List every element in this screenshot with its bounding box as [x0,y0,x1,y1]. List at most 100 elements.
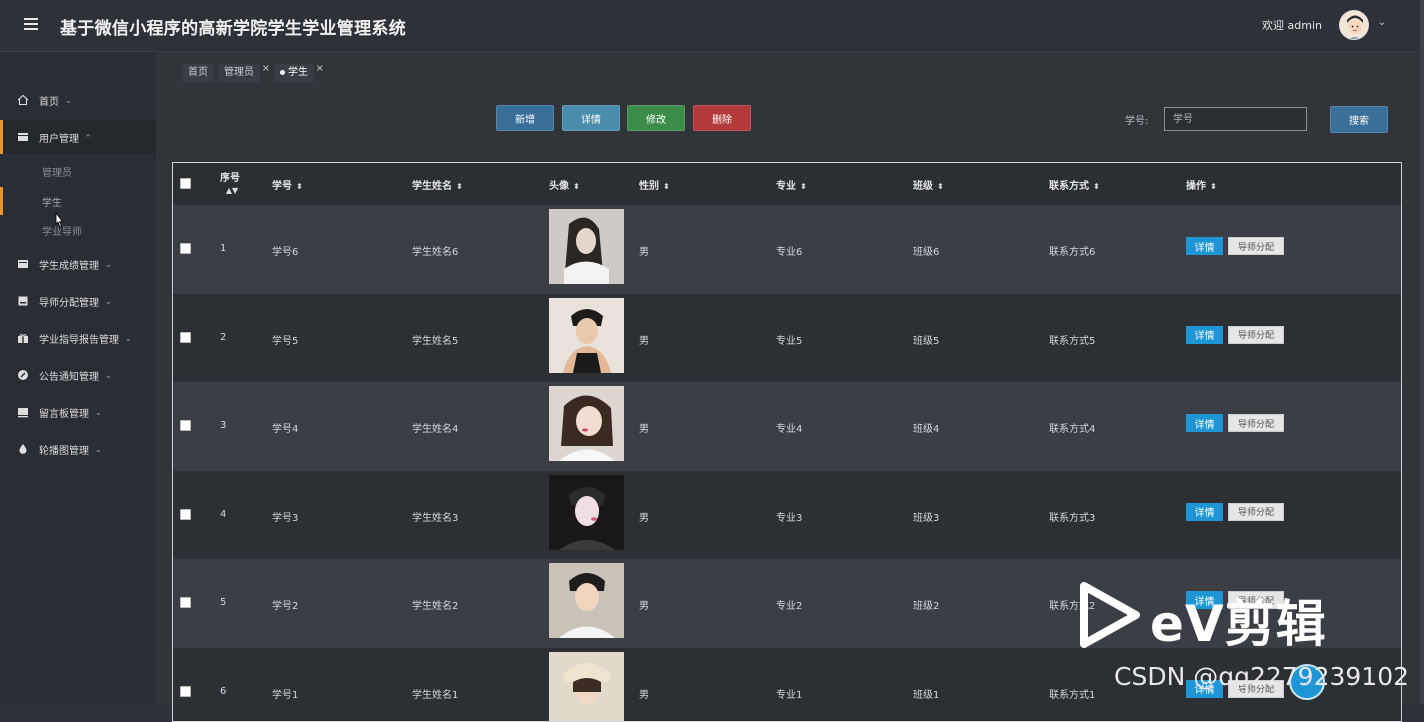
close-icon[interactable]: × [262,60,270,78]
user-avatar[interactable] [1339,10,1369,40]
sort-icon[interactable]: ⬍ [937,182,944,191]
tab-label: 首页 [188,67,208,78]
cell-class: 班级2 [913,597,939,612]
table-row[interactable]: 1 学号6 学生姓名6 男 专业6 班级6 联系方式6 详情 导师分配 [173,205,1401,294]
table-row[interactable]: 2 学号5 学生姓名5 男 专业5 班级5 联系方式5 详情 导师分配 [173,294,1401,383]
column-header-avatar[interactable]: 头像⬍ [549,177,580,192]
sort-icon[interactable]: ⬍ [296,182,303,191]
row-assign-tutor-button[interactable]: 导师分配 [1228,326,1284,344]
row-assign-tutor-button[interactable]: 导师分配 [1228,414,1284,432]
sort-icon[interactable]: ⬍ [663,182,670,191]
row-checkbox[interactable] [180,686,191,697]
cell-sid: 学号1 [272,686,298,701]
mouse-cursor-icon [53,212,65,234]
cell-sid: 学号4 [272,420,298,435]
cell-gender: 男 [639,597,649,612]
sidebar: 首页 ⌄ 用户管理 ^ 管理员 学生 学业导师 学生成绩管理 ⌄ 导师分配管理 … [0,52,156,704]
delete-button[interactable]: 删除 [693,105,751,131]
search-button[interactable]: 搜索 [1330,106,1388,133]
column-header-contact[interactable]: 联系方式⬍ [1049,177,1100,192]
cell-major: 专业5 [776,332,802,347]
sidebar-item-reports[interactable]: 学业指导报告管理 ⌄ [0,321,156,355]
row-checkbox[interactable] [180,597,191,608]
notice-icon [16,368,30,382]
table-row[interactable]: 3 学号4 学生姓名4 男 专业4 班级4 联系方式4 详情 导师分配 [173,382,1401,471]
cell-name: 学生姓名2 [412,597,458,612]
sidebar-item-label: 轮播图管理 [39,442,89,457]
detail-button[interactable]: 详情 [562,105,620,131]
sidebar-item-assignment[interactable]: 导师分配管理 ⌄ [0,284,156,318]
table-row[interactable]: 4 学号3 学生姓名3 男 专业3 班级3 联系方式3 详情 导师分配 [173,471,1401,560]
column-header-sid[interactable]: 学号⬍ [272,177,303,192]
sidebar-item-user-management[interactable]: 用户管理 ^ [0,120,156,154]
student-avatar-image[interactable] [549,386,624,461]
chevron-down-icon: ⌄ [105,260,112,269]
edit-button[interactable]: 修改 [627,105,685,131]
student-avatar-image[interactable] [549,563,624,638]
column-header-major[interactable]: 专业⬍ [776,177,807,192]
sort-icon[interactable]: ⬍ [1093,182,1100,191]
row-detail-button[interactable]: 详情 [1186,414,1223,432]
student-avatar-image[interactable] [549,209,624,284]
column-header-index[interactable]: 序号 ▲▼ [220,169,240,195]
row-checkbox[interactable] [180,332,191,343]
row-detail-button[interactable]: 详情 [1186,237,1223,255]
tab-student[interactable]: 学生× [274,64,314,82]
cell-sid: 学号6 [272,243,298,258]
row-detail-button[interactable]: 详情 [1186,503,1223,521]
cell-gender: 男 [639,686,649,701]
user-menu-chevron-icon[interactable]: ⌄ [1378,17,1386,28]
row-assign-tutor-button[interactable]: 导师分配 [1228,237,1284,255]
sidebar-item-notices[interactable]: 公告通知管理 ⌄ [0,358,156,392]
sidebar-subitem-tutor[interactable]: 学业导师 [0,216,156,244]
sort-icon[interactable]: ⬍ [573,182,580,191]
sidebar-item-label: 公告通知管理 [39,368,99,383]
tab-home[interactable]: 首页 [182,64,214,82]
select-all-checkbox[interactable] [180,178,191,189]
column-header-name[interactable]: 学生姓名⬍ [412,177,463,192]
cell-class: 班级1 [913,686,939,701]
sort-icon[interactable]: ⬍ [800,182,807,191]
column-label: 班级 [913,181,933,192]
chevron-down-icon: ⌄ [95,408,102,417]
student-avatar-image[interactable] [549,652,624,722]
chevron-down-icon: ⌄ [105,297,112,306]
row-checkbox[interactable] [180,420,191,431]
row-assign-tutor-button[interactable]: 导师分配 [1228,503,1284,521]
sidebar-item-label: 留言板管理 [39,405,89,420]
sort-icon[interactable]: ⬍ [456,182,463,191]
home-icon [16,93,30,107]
column-header-actions[interactable]: 操作⬍ [1186,177,1217,192]
sidebar-item-grades[interactable]: 学生成绩管理 ⌄ [0,247,156,281]
student-avatar-image[interactable] [549,475,624,550]
row-detail-button[interactable]: 详情 [1186,326,1223,344]
sidebar-item-carousel[interactable]: 轮播图管理 ⌄ [0,432,156,466]
cell-gender: 男 [639,420,649,435]
cell-major: 专业1 [776,686,802,701]
cell-gender: 男 [639,243,649,258]
row-checkbox[interactable] [180,243,191,254]
sort-icon[interactable]: ⬍ [1210,182,1217,191]
sidebar-subitem-student[interactable]: 学生 [0,187,156,215]
page-scrollbar[interactable] [1420,0,1424,704]
close-icon[interactable]: × [316,60,324,78]
sidebar-subitem-admin[interactable]: 管理员 [0,157,156,185]
sidebar-item-home[interactable]: 首页 ⌄ [0,83,156,117]
sidebar-item-messages[interactable]: 留言板管理 ⌄ [0,395,156,429]
row-checkbox[interactable] [180,509,191,520]
cell-class: 班级3 [913,509,939,524]
student-avatar-image[interactable] [549,298,624,373]
cell-contact: 联系方式1 [1049,686,1095,701]
menu-toggle-icon[interactable] [24,18,38,30]
sort-icon[interactable]: ▲▼ [224,186,240,195]
ev-watermark-text: eV剪辑 [1150,584,1327,656]
add-button[interactable]: 新增 [496,105,554,131]
cell-contact: 联系方式6 [1049,243,1095,258]
column-header-gender[interactable]: 性别 ⬍ [639,177,670,192]
cell-class: 班级6 [913,243,939,258]
sidebar-item-label: 学生成绩管理 [39,257,99,272]
search-input[interactable] [1164,107,1307,131]
column-label: 性别 [639,181,659,192]
tab-admin[interactable]: 管理员× [218,64,260,82]
column-header-class[interactable]: 班级 ⬍ [913,177,944,192]
